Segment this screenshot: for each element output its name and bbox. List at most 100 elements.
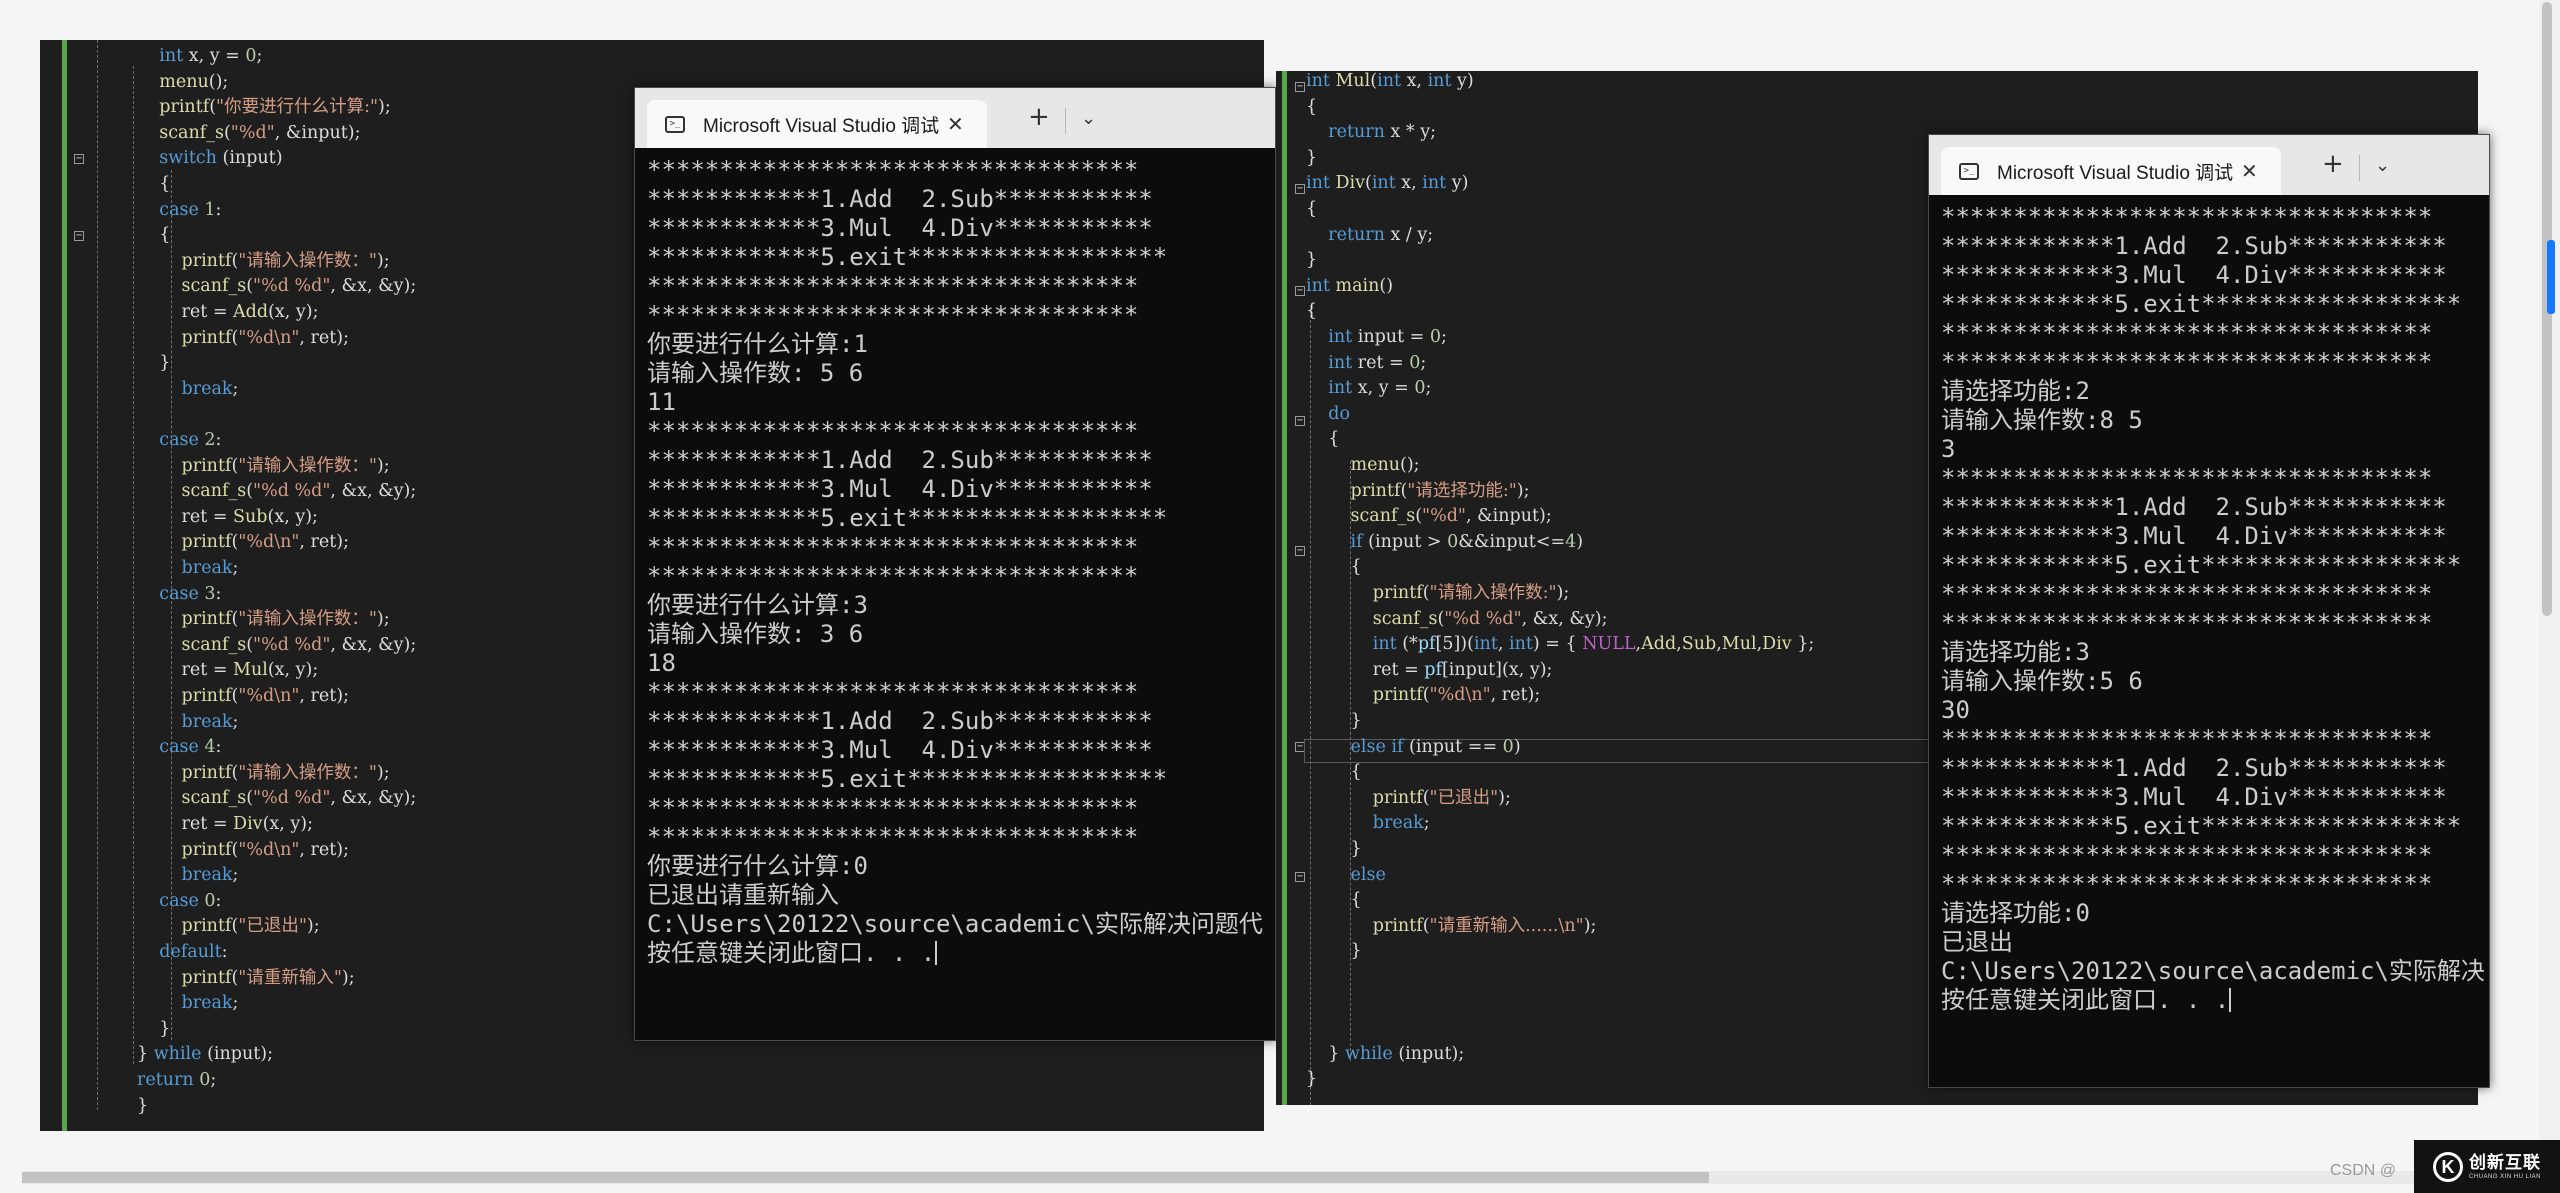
code-line: } [1306, 1066, 1317, 1092]
code-token: case [159, 890, 205, 911]
code-token: printf [1350, 480, 1401, 501]
code-token: "请选择功能:" [1407, 480, 1517, 501]
code-token: int [1377, 71, 1407, 91]
code-line: return x * y; [1306, 119, 1436, 145]
code-token: } [137, 1044, 154, 1065]
console-line: ************5.exit****************** [1941, 290, 2462, 318]
code-token: break [181, 993, 233, 1014]
code-token: (x, y); [262, 814, 313, 834]
code-token: "%d\n" [238, 839, 300, 860]
code-line: } [1306, 708, 1362, 734]
code-token: scanf_s [1350, 506, 1416, 527]
code-token: } [1306, 1069, 1318, 1090]
console-line: 你要进行什么计算:0 [647, 852, 868, 880]
code-token: scanf_s [159, 122, 224, 143]
code-line: printf("你要进行什么计算:"); [137, 94, 391, 120]
console-line: 请选择功能:0 [1941, 899, 2090, 927]
code-line: } while (input); [137, 1041, 273, 1067]
text-cursor [935, 941, 938, 965]
code-line: { [1306, 298, 1317, 324]
code-line: { [1306, 887, 1362, 913]
console-line: ************3.Mul 4.Div*********** [647, 214, 1153, 242]
code-token: { [1306, 96, 1318, 117]
console-tab[interactable]: >_ Microsoft Visual Studio 调试控制台 ✕ [647, 100, 987, 148]
code-token: 4 [1565, 531, 1577, 552]
console-line: ********************************** [647, 823, 1139, 851]
code-line: int Div(int x, int y) [1306, 170, 1468, 196]
console-line: ********************************** [1941, 725, 2433, 753]
code-token: 0 [1429, 327, 1442, 347]
code-line: break; [137, 555, 239, 581]
code-line: printf("%d\n", ret); [1306, 682, 1541, 708]
code-line: { [1306, 94, 1317, 120]
code-token: "请重新输入" [238, 967, 342, 988]
code-line: } while (input); [1306, 1041, 1464, 1067]
code-token: int [1371, 173, 1402, 194]
code-token: printf [181, 686, 232, 706]
left-debug-console-window[interactable]: >_ Microsoft Visual Studio 调试控制台 ✕ + ⌄ *… [634, 87, 1276, 1041]
code-token: "请输入操作数:" [1429, 583, 1557, 603]
code-token: "%d" [230, 122, 275, 143]
code-line: case 2: [137, 427, 221, 453]
code-token: printf [1372, 915, 1423, 936]
code-line: else [1306, 862, 1386, 888]
code-token: ; [1423, 813, 1430, 834]
code-token: Div [1762, 634, 1798, 655]
console-line: ********************************** [647, 272, 1139, 300]
code-token: "%d" [1422, 506, 1466, 527]
chevron-down-icon[interactable]: ⌄ [2375, 155, 2390, 176]
chevron-down-icon[interactable]: ⌄ [1081, 108, 1096, 129]
code-token: scanf_s [181, 481, 247, 502]
horizontal-scrollbar-thumb[interactable] [22, 1172, 1709, 1183]
code-token: scanf_s [181, 788, 247, 809]
code-token: "你要进行什么计算:" [216, 97, 379, 118]
code-token: ); [376, 762, 390, 783]
console-line: 你要进行什么计算:1 [647, 330, 868, 358]
code-token: "请输入操作数：" [238, 609, 377, 630]
console-tab[interactable]: >_ Microsoft Visual Studio 调试控制台 ✕ [1941, 147, 2281, 195]
code-line: printf("请重新输入......\n"); [1306, 913, 1597, 939]
right-debug-console-window[interactable]: >_ Microsoft Visual Studio 调试控制台 ✕ + ⌄ *… [1928, 134, 2490, 1088]
new-tab-button[interactable]: + [1028, 102, 1050, 132]
code-token: x / y; [1390, 224, 1434, 245]
code-token: : [221, 942, 228, 962]
console-line: ************5.exit****************** [647, 765, 1168, 793]
code-token: (input); [207, 1044, 274, 1065]
text-cursor [2229, 988, 2232, 1012]
code-line: return 0; [137, 1067, 216, 1093]
console-line: ********************************** [647, 156, 1139, 184]
code-token: x, y = [188, 46, 246, 66]
code-line: ret = pf[input](x, y); [1306, 657, 1553, 683]
code-token: break [181, 865, 233, 886]
close-tab-icon[interactable]: ✕ [2241, 159, 2258, 183]
code-token: int [1306, 275, 1336, 296]
code-token: else [1350, 864, 1386, 885]
code-token: printf [181, 455, 232, 476]
code-token: ; [256, 46, 263, 66]
code-token: ); [341, 967, 355, 988]
console-line: ********************************** [1941, 319, 2433, 347]
code-line: } [137, 1016, 170, 1042]
code-line: break; [137, 376, 239, 402]
console-line: ************3.Mul 4.Div*********** [647, 736, 1153, 764]
vertical-scrollbar[interactable] [2539, 0, 2560, 1193]
horizontal-scrollbar[interactable] [22, 1171, 2538, 1184]
close-tab-icon[interactable]: ✕ [947, 112, 964, 136]
console-line: ********************************** [647, 417, 1139, 445]
code-token: } [137, 1095, 149, 1116]
code-token: } [1306, 941, 1362, 962]
code-line: printf("已退出"); [137, 913, 320, 939]
new-tab-button[interactable]: + [2322, 149, 2344, 179]
code-token: } [1306, 839, 1362, 859]
